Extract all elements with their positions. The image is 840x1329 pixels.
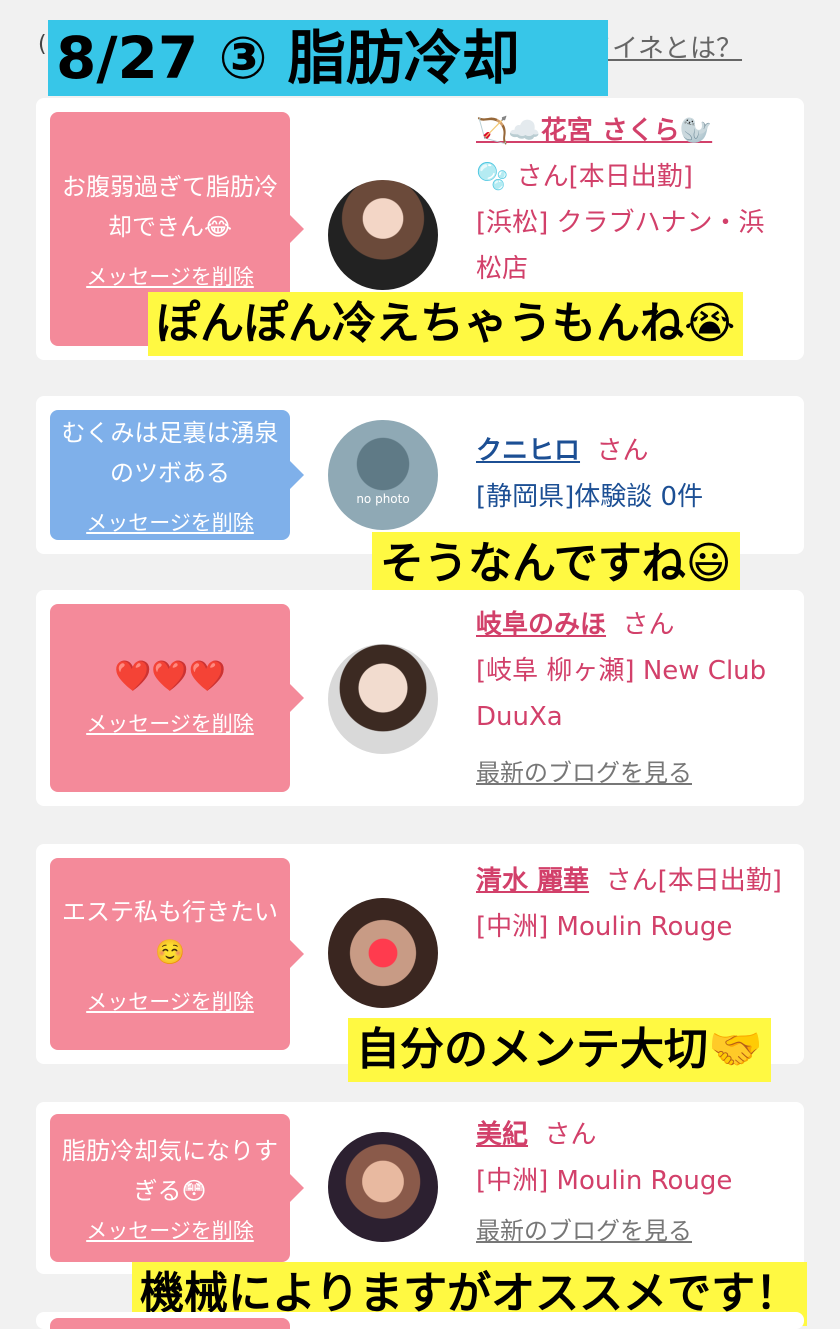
user-honorific: さん [544,1120,597,1150]
user-name-link[interactable]: 清水 麗華 [476,866,589,896]
user-shop: [中洲] Moulin Rouge [476,912,733,942]
user-info: 清水 麗華 さん[本日出勤] [中洲] Moulin Rouge [476,858,786,950]
user-shop: [岐阜 柳ヶ瀬] New Club DuuXa [476,656,767,732]
user-shop: [中洲] Moulin Rouge [476,1166,733,1196]
user-name-link[interactable]: 🏹☁️花宮 さくら🦭 [476,108,786,154]
delete-message-link[interactable]: メッセージを削除 [86,986,254,1016]
user-honorific: さん [622,610,675,640]
user-honorific: さん [596,436,649,466]
latest-blog-link[interactable]: 最新のブログを見る [476,750,786,796]
user-avatar[interactable] [328,898,438,1008]
user-avatar[interactable] [328,180,438,290]
user-status: さん[本日出勤] [605,866,782,896]
user-avatar[interactable]: no photo [328,420,438,530]
header-left-fragment: ( [38,32,47,57]
delete-message-link[interactable]: メッセージを削除 [86,1215,254,1245]
title-overlay: 8/27 ③ 脂肪冷却 [48,20,608,96]
no-photo-label: no photo [356,492,410,506]
message-text: むくみは足裏は湧泉のツボある [61,419,279,487]
user-info: 美紀 さん [中洲] Moulin Rouge 最新のブログを見る [476,1112,786,1254]
user-status: 🫧 さん[本日出勤] [476,162,693,192]
user-name-link[interactable]: 岐阜のみほ [476,610,606,640]
message-bubble: ❤️❤️❤️ メッセージを削除 [50,604,304,792]
user-avatar[interactable] [328,1132,438,1242]
caption-overlay: そうなんですね😃 [372,532,740,596]
latest-blog-link[interactable]: 最新のブログを見る [476,1208,786,1254]
message-bubble: むくみは足裏は湧泉のツボある メッセージを削除 [50,410,304,540]
user-info: 岐阜のみほ さん [岐阜 柳ヶ瀬] New Club DuuXa 最新のブログを… [476,602,786,796]
message-bubble: 脂肪冷却気になりすぎる😳 メッセージを削除 [50,1114,304,1262]
user-info: クニヒロ さん [静岡県]体験談 0件 [476,428,786,520]
user-shop: [浜松] クラブハナン・浜松店 [476,208,765,284]
message-bubble-partial [50,1318,290,1329]
delete-message-link[interactable]: メッセージを削除 [86,507,254,537]
user-name-link[interactable]: クニヒロ [476,436,580,466]
user-info: 🏹☁️花宮 さくら🦭 🫧 さん[本日出勤] [浜松] クラブハナン・浜松店 [476,108,786,292]
message-text: ❤️❤️❤️ [113,658,227,694]
message-text: エステ私も行きたい☺️ [62,898,278,966]
user-avatar[interactable] [328,644,438,754]
user-name-link[interactable]: 美紀 [476,1120,528,1150]
caption-overlay: 自分のメンテ大切🤝 [348,1018,771,1082]
message-text: お腹弱過ぎて脂肪冷却できん😂 [62,173,278,241]
message-text: 脂肪冷却気になりすぎる😳 [62,1137,278,1205]
user-review-count: [静岡県]体験談 0件 [476,482,704,512]
delete-message-link[interactable]: メッセージを削除 [86,708,254,738]
delete-message-link[interactable]: メッセージを削除 [86,261,254,291]
caption-overlay: ぽんぽん冷えちゃうもんね😭 [148,292,744,356]
message-bubble: エステ私も行きたい☺️ メッセージを削除 [50,858,304,1050]
